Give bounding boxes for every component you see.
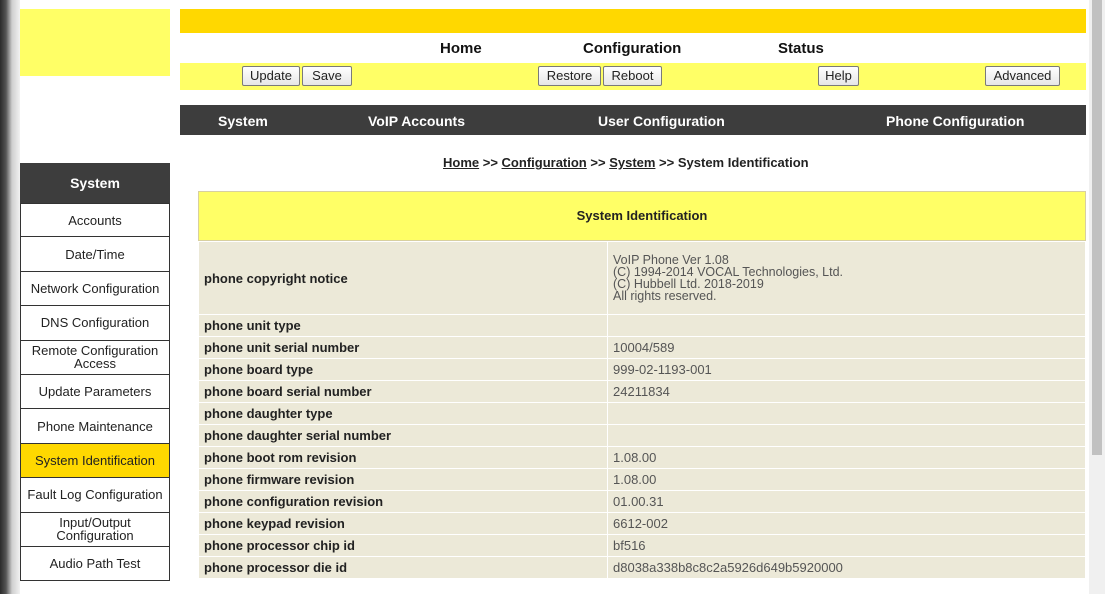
row-label: phone unit serial number <box>198 336 608 359</box>
sidebar-item-network-configuration[interactable]: Network Configuration <box>20 271 170 307</box>
logo-area <box>20 9 170 76</box>
row-label: phone keypad revision <box>198 512 608 535</box>
sidebar-item-phone-maintenance[interactable]: Phone Maintenance <box>20 409 170 444</box>
row-value: bf516 <box>607 534 1086 557</box>
sidebar: Accounts Date/Time Network Configuration… <box>20 203 170 582</box>
table-row: phone firmware revision 1.08.00 <box>198 468 1086 491</box>
table-row: phone processor die id d8038a338b8c8c2a59… <box>198 556 1086 579</box>
breadcrumb-separator: >> <box>655 155 678 170</box>
table-row: phone unit type <box>198 314 1086 337</box>
breadcrumb: Home >> Configuration >> System >> Syste… <box>443 155 809 170</box>
advanced-button[interactable]: Advanced <box>985 66 1060 86</box>
copyright-line: All rights reserved. <box>613 289 717 303</box>
table-title: System Identification <box>198 191 1086 241</box>
table-row: phone keypad revision 6612-002 <box>198 512 1086 535</box>
row-label: phone daughter type <box>198 402 608 425</box>
table-row: phone daughter serial number <box>198 424 1086 447</box>
nav-configuration[interactable]: Configuration <box>583 40 681 57</box>
breadcrumb-separator: >> <box>586 155 610 170</box>
row-label: phone processor chip id <box>198 534 608 557</box>
sidebar-item-dns-configuration[interactable]: DNS Configuration <box>20 306 170 341</box>
window-edge <box>0 0 20 594</box>
table-row: phone configuration revision 01.00.31 <box>198 490 1086 513</box>
identification-table: phone copyright notice VoIP Phone Ver 1.… <box>198 241 1086 579</box>
row-value: 6612-002 <box>607 512 1086 535</box>
breadcrumb-configuration[interactable]: Configuration <box>502 155 587 170</box>
table-row: phone processor chip id bf516 <box>198 534 1086 557</box>
sidebar-item-remote-configuration-access[interactable]: Remote Configuration Access <box>20 340 170 375</box>
table-row: phone board type 999-02-1193-001 <box>198 358 1086 381</box>
row-value: 10004/589 <box>607 336 1086 359</box>
update-button[interactable]: Update <box>242 66 300 86</box>
tab-phone-configuration[interactable]: Phone Configuration <box>886 113 1024 129</box>
sidebar-item-system-identification[interactable]: System Identification <box>20 443 170 479</box>
row-value: 1.08.00 <box>607 468 1086 491</box>
row-value: 24211834 <box>607 380 1086 403</box>
row-value: d8038a338b8c8c2a5926d649b5920000 <box>607 556 1086 579</box>
sidebar-title: System <box>20 163 170 203</box>
row-label: phone daughter serial number <box>198 424 608 447</box>
nav-status[interactable]: Status <box>778 40 824 57</box>
table-row: phone board serial number 24211834 <box>198 380 1086 403</box>
sidebar-item-update-parameters[interactable]: Update Parameters <box>20 374 170 410</box>
sidebar-item-fault-log-configuration[interactable]: Fault Log Configuration <box>20 478 170 513</box>
breadcrumb-home[interactable]: Home <box>443 155 479 170</box>
row-value: 999-02-1193-001 <box>607 358 1086 381</box>
table-row: phone daughter type <box>198 402 1086 425</box>
row-value <box>607 424 1086 447</box>
breadcrumb-separator: >> <box>479 155 502 170</box>
sidebar-item-input-output-configuration[interactable]: Input/Output Configuration <box>20 512 170 547</box>
row-label: phone unit type <box>198 314 608 337</box>
reboot-button[interactable]: Reboot <box>603 66 662 86</box>
copyright-value: VoIP Phone Ver 1.08 (C) 1994-2014 VOCAL … <box>607 241 1086 315</box>
row-label: phone board type <box>198 358 608 381</box>
row-label: phone configuration revision <box>198 490 608 513</box>
row-value: 1.08.00 <box>607 446 1086 469</box>
save-button[interactable]: Save <box>302 66 352 86</box>
sidebar-item-accounts[interactable]: Accounts <box>20 203 170 238</box>
tab-bar: System VoIP Accounts User Configuration … <box>180 105 1086 135</box>
table-row: phone copyright notice VoIP Phone Ver 1.… <box>198 241 1086 315</box>
table-row: phone boot rom revision 1.08.00 <box>198 446 1086 469</box>
tab-user-configuration[interactable]: User Configuration <box>598 113 725 129</box>
breadcrumb-current: System Identification <box>677 155 809 170</box>
scrollbar-thumb[interactable] <box>1092 0 1102 455</box>
row-label: phone board serial number <box>198 380 608 403</box>
row-value <box>607 314 1086 337</box>
nav-home[interactable]: Home <box>440 40 482 57</box>
system-identification-panel: System Identification phone copyright no… <box>198 191 1086 579</box>
row-label: phone boot rom revision <box>198 446 608 469</box>
sidebar-item-date-time[interactable]: Date/Time <box>20 237 170 272</box>
row-label: phone processor die id <box>198 556 608 579</box>
help-button[interactable]: Help <box>818 66 859 86</box>
tab-voip-accounts[interactable]: VoIP Accounts <box>368 113 465 129</box>
table-row: phone unit serial number 10004/589 <box>198 336 1086 359</box>
restore-button[interactable]: Restore <box>538 66 601 86</box>
top-nav: Home Configuration Status <box>180 33 1086 63</box>
tab-system[interactable]: System <box>218 113 268 129</box>
row-label: phone copyright notice <box>198 241 608 315</box>
row-value <box>607 402 1086 425</box>
row-value: 01.00.31 <box>607 490 1086 513</box>
sidebar-item-audio-path-test[interactable]: Audio Path Test <box>20 546 170 582</box>
top-banner <box>180 9 1086 33</box>
breadcrumb-system[interactable]: System <box>609 155 655 170</box>
button-bar: Update Save Restore Reboot Help Advanced <box>180 63 1086 90</box>
row-label: phone firmware revision <box>198 468 608 491</box>
